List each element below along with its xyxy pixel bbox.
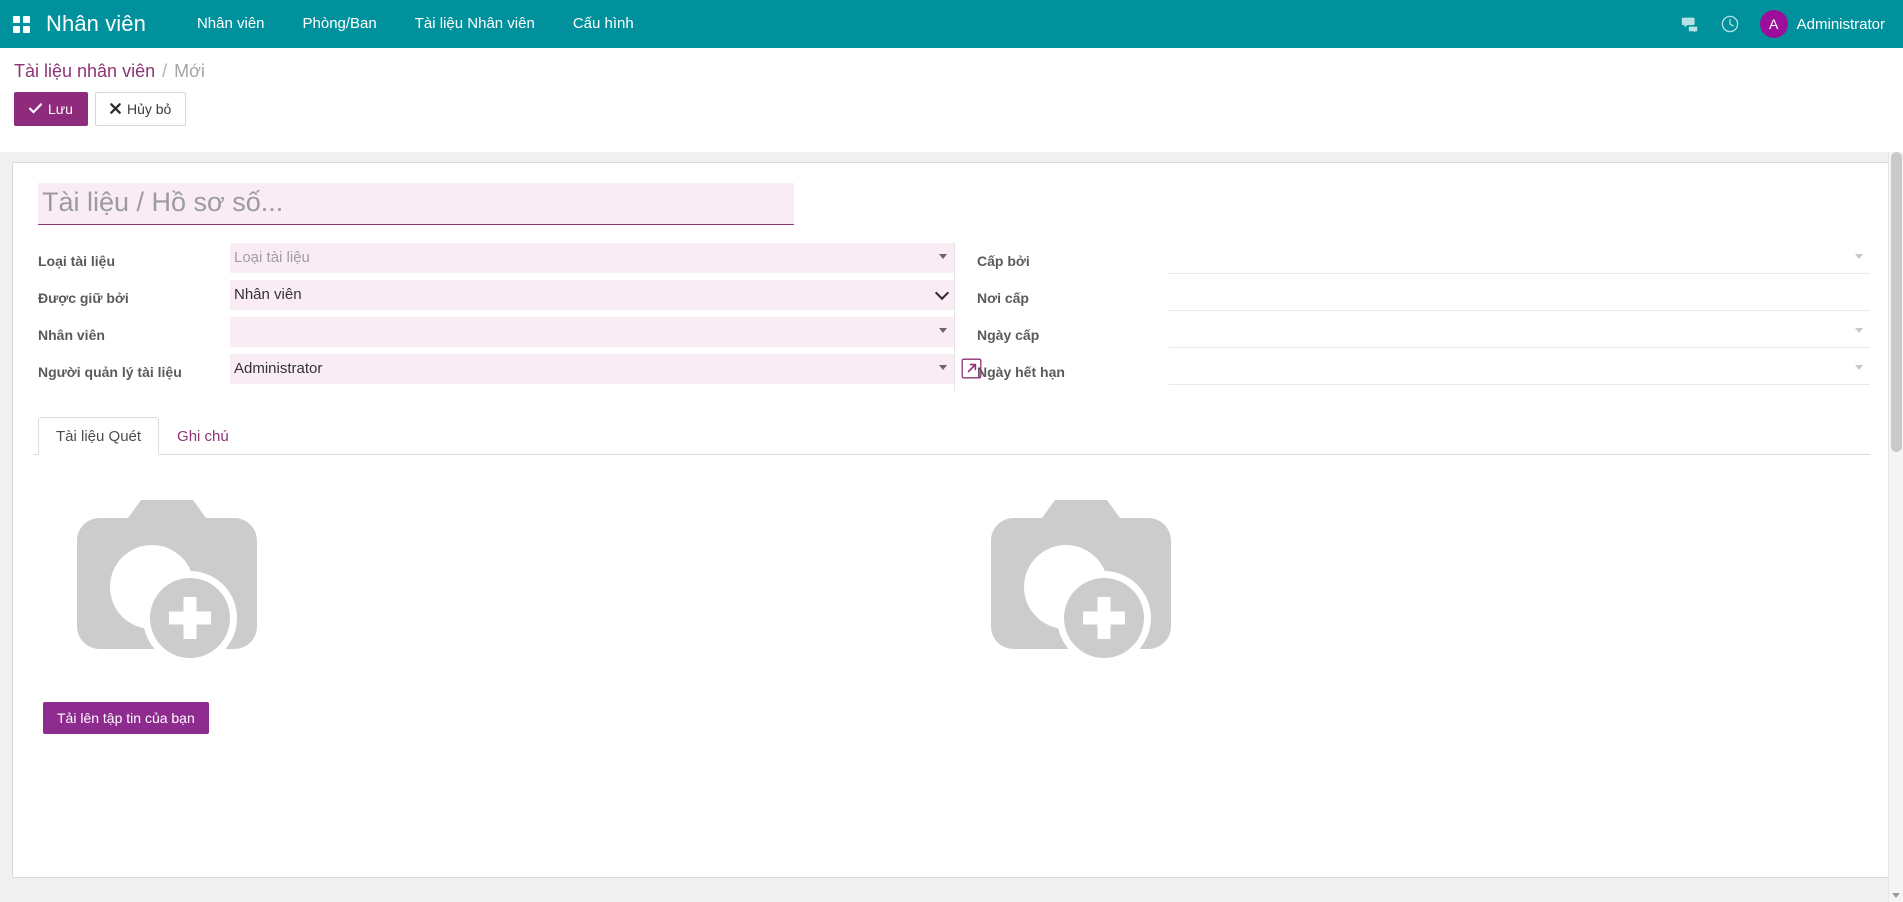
field-control-document-manager [230, 354, 954, 384]
form-column-right: Cấp bởi Nơi cấp Ngày cấp [954, 243, 1870, 391]
save-button[interactable]: Lưu [14, 92, 88, 126]
app-brand-name[interactable]: Nhân viên [42, 11, 156, 37]
expiry-date-input[interactable] [1169, 354, 1870, 384]
form-column-left: Loại tài liệu Được giữ bởi [38, 243, 954, 391]
form-sheet: Loại tài liệu Được giữ bởi [12, 162, 1891, 878]
avatar: A [1760, 10, 1788, 38]
activities-button[interactable] [1710, 0, 1750, 48]
document-type-input[interactable] [230, 243, 954, 273]
field-label-expiry-date: Ngày hết hạn [977, 354, 1169, 381]
scrollbar-thumb[interactable] [1891, 152, 1902, 452]
issue-date-input[interactable] [1169, 317, 1870, 347]
field-row-issue-place: Nơi cấp [977, 280, 1870, 316]
discard-button[interactable]: Hủy bỏ [95, 92, 186, 126]
issued-by-input[interactable] [1169, 243, 1870, 273]
clock-icon [1720, 14, 1740, 34]
chat-bubbles-icon [1680, 14, 1700, 34]
field-label-issue-place: Nơi cấp [977, 280, 1169, 307]
field-label-issue-date: Ngày cấp [977, 317, 1169, 344]
grid-apps-icon [13, 16, 30, 33]
apps-menu-toggle[interactable] [0, 0, 42, 48]
x-icon [110, 103, 121, 116]
document-manager-input[interactable] [230, 354, 954, 384]
field-label-held-by: Được giữ bởi [38, 280, 230, 307]
field-row-employee: Nhân viên [38, 317, 954, 353]
form-view-area: Loại tài liệu Được giữ bởi [0, 152, 1903, 902]
field-control-issue-place [1169, 280, 1870, 311]
field-input-wrapper [230, 354, 954, 384]
notebook: Tài liệu Quét Ghi chú [33, 417, 1870, 747]
breadcrumb: Tài liệu nhân viên / Mới [0, 58, 1903, 84]
control-panel: Tài liệu nhân viên / Mới Lưu Hủy bỏ [0, 48, 1903, 138]
vertical-scrollbar[interactable] [1888, 152, 1903, 902]
breadcrumb-separator: / [162, 58, 167, 84]
field-control-held-by [230, 280, 954, 310]
employee-input[interactable] [230, 317, 954, 347]
sheet-wrapper: Loại tài liệu Được giữ bởi [0, 152, 1903, 894]
upload-row: Tải lên tập tin của bạn [38, 676, 1865, 742]
upload-file-button[interactable]: Tải lên tập tin của bạn [43, 702, 209, 734]
breadcrumb-root[interactable]: Tài liệu nhân viên [14, 58, 155, 84]
scanned-images-row [38, 481, 1865, 676]
field-row-issue-date: Ngày cấp [977, 317, 1870, 353]
field-label-employee: Nhân viên [38, 317, 230, 344]
field-control-employee [230, 317, 954, 347]
nav-item-employees[interactable]: Nhân viên [178, 0, 284, 48]
record-title-row [33, 179, 1870, 235]
breadcrumb-current: Mới [174, 58, 205, 84]
scanned-image-slot-1[interactable] [38, 481, 952, 676]
messages-button[interactable] [1670, 0, 1710, 48]
notebook-tabs: Tài liệu Quét Ghi chú [33, 417, 1870, 455]
navbar-systray: A Administrator [1670, 0, 1903, 48]
field-control-issued-by [1169, 243, 1870, 274]
field-input-wrapper [230, 317, 954, 347]
top-navbar: Nhân viên Nhân viên Phòng/Ban Tài liệu N… [0, 0, 1903, 48]
field-input-wrapper [230, 280, 954, 310]
save-button-label: Lưu [48, 102, 73, 116]
tab-notes[interactable]: Ghi chú [159, 417, 247, 455]
nav-item-configuration[interactable]: Cấu hình [554, 0, 653, 48]
field-row-document-manager: Người quản lý tài liệu [38, 354, 954, 390]
form-field-group: Loại tài liệu Được giữ bởi [33, 235, 1870, 397]
field-label-document-manager: Người quản lý tài liệu [38, 354, 230, 381]
held-by-select[interactable] [230, 280, 954, 310]
discard-button-label: Hủy bỏ [127, 102, 171, 116]
tab-scanned-documents[interactable]: Tài liệu Quét [38, 417, 159, 455]
user-name: Administrator [1797, 16, 1885, 33]
issue-place-input[interactable] [1169, 280, 1870, 310]
notebook-page-scanned-documents: Tải lên tập tin của bạn [33, 455, 1870, 747]
field-row-expiry-date: Ngày hết hạn [977, 354, 1870, 390]
scanned-image-slot-2[interactable] [952, 481, 1866, 676]
navbar-menu: Nhân viên Phòng/Ban Tài liệu Nhân viên C… [178, 0, 653, 48]
camera-add-placeholder-icon [38, 491, 266, 676]
camera-add-placeholder-icon [952, 491, 1180, 676]
field-row-document-type: Loại tài liệu [38, 243, 954, 279]
check-icon [29, 103, 42, 116]
field-input-wrapper [230, 243, 954, 273]
field-control-document-type [230, 243, 954, 273]
field-row-issued-by: Cấp bởi [977, 243, 1870, 279]
field-control-expiry-date [1169, 354, 1870, 385]
field-control-issue-date [1169, 317, 1870, 348]
user-menu[interactable]: A Administrator [1750, 0, 1885, 48]
nav-item-employee-documents[interactable]: Tài liệu Nhân viên [396, 0, 554, 48]
document-title-input[interactable] [38, 183, 794, 225]
field-row-held-by: Được giữ bởi [38, 280, 954, 316]
nav-item-departments[interactable]: Phòng/Ban [284, 0, 396, 48]
field-label-issued-by: Cấp bởi [977, 243, 1169, 270]
field-label-document-type: Loại tài liệu [38, 243, 230, 270]
form-action-buttons: Lưu Hủy bỏ [0, 84, 1903, 138]
external-link-icon[interactable] [961, 358, 982, 379]
scroll-down-arrow-icon[interactable] [1892, 893, 1900, 898]
